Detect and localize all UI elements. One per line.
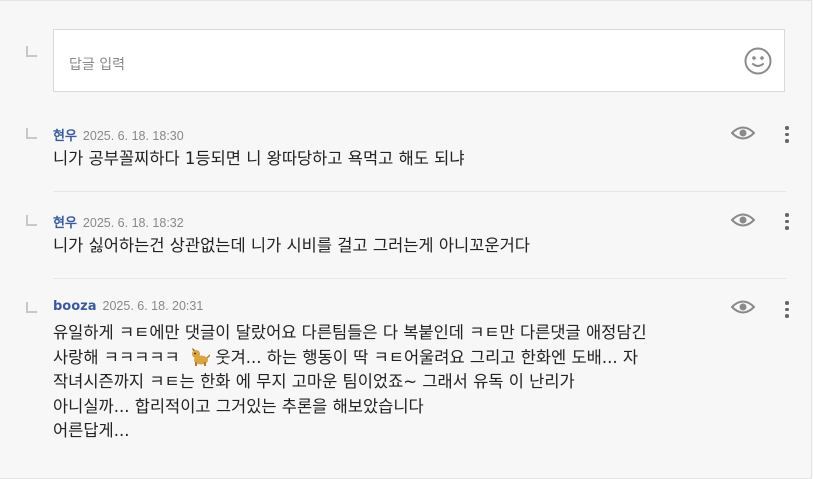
- reply-indent-icon: [26, 128, 37, 139]
- comment-text-line: 아니실까... 합리적이고 그거있는 추론을 해보았습니다: [53, 396, 424, 416]
- comment-date: 2025. 6. 18. 18:30: [82, 129, 184, 143]
- comment-text: 유일하게 ㅋㅌ에만 댓글이 달랐어요 다른팀들은 다 복붙인데 ㅋㅌ만 다른댓글…: [53, 321, 793, 444]
- comment-text-line: 사랑해 ㅋㅋㅋㅋㅋ 웃겨... 하는 행동이 딱 ㅋㅌ어울려요 그리고 한화엔 …: [53, 346, 793, 371]
- comment-text-segment: 웃겨... 하는 행동이 딱 ㅋㅌ어울려요 그리고 한화엔 도배... 자: [210, 347, 639, 367]
- reply-indent-icon: [26, 302, 37, 313]
- comment-author[interactable]: booza: [53, 299, 97, 314]
- comment-author[interactable]: 현우: [53, 129, 77, 144]
- comment-item: 현우 2025. 6. 18. 18:32 니가 싫어하는건 상관없는데 니가 시…: [53, 212, 793, 259]
- comment-item: 현우 2025. 6. 18. 18:30 니가 공부꼴찌하다 1등되면 니 왕따…: [53, 125, 793, 172]
- divider: [53, 191, 786, 192]
- more-vertical-icon[interactable]: [784, 301, 790, 319]
- comment-text-line: 어른답게...: [53, 421, 130, 440]
- comment-item: booza 2025. 6. 18. 20:31 유일하게 ㅋㅌ에만 댓글이 달랐…: [53, 299, 793, 444]
- dog-emoji-icon: [192, 347, 211, 366]
- comment-text-line: 작녀시즌까지 ㅋㅌ는 한화 에 무지 고마운 팀이었죠~ 그래서 유독 이 난리…: [53, 372, 575, 391]
- reply-indent-icon: [26, 215, 37, 226]
- divider: [53, 278, 786, 279]
- comment-text-line: 유일하게 ㅋㅌ에만 댓글이 달랐어요 다른팀들은 다 복붙인데 ㅋㅌ만 다른댓글…: [53, 323, 647, 342]
- eye-icon[interactable]: [731, 212, 755, 228]
- comment-text: 니가 공부꼴찌하다 1등되면 니 왕따당하고 욕먹고 해도 되냐: [53, 149, 465, 168]
- reply-input[interactable]: 답글 입력: [53, 29, 785, 92]
- comment-author[interactable]: 현우: [53, 216, 77, 231]
- more-vertical-icon[interactable]: [784, 213, 790, 231]
- reply-input-placeholder: 답글 입력: [69, 57, 125, 73]
- more-vertical-icon[interactable]: [784, 126, 790, 144]
- comment-text: 니가 싫어하는건 상관없는데 니가 시비를 걸고 그러는게 아니꼬운거다: [53, 236, 530, 255]
- comment-date: 2025. 6. 18. 18:32: [82, 216, 184, 230]
- eye-icon[interactable]: [731, 125, 755, 141]
- comment-text-segment: 사랑해 ㅋㅋㅋㅋㅋ: [53, 347, 180, 367]
- smiley-icon[interactable]: [744, 47, 772, 75]
- eye-icon[interactable]: [731, 299, 755, 315]
- reply-indent-icon: [26, 46, 37, 57]
- comment-date: 2025. 6. 18. 20:31: [102, 299, 204, 313]
